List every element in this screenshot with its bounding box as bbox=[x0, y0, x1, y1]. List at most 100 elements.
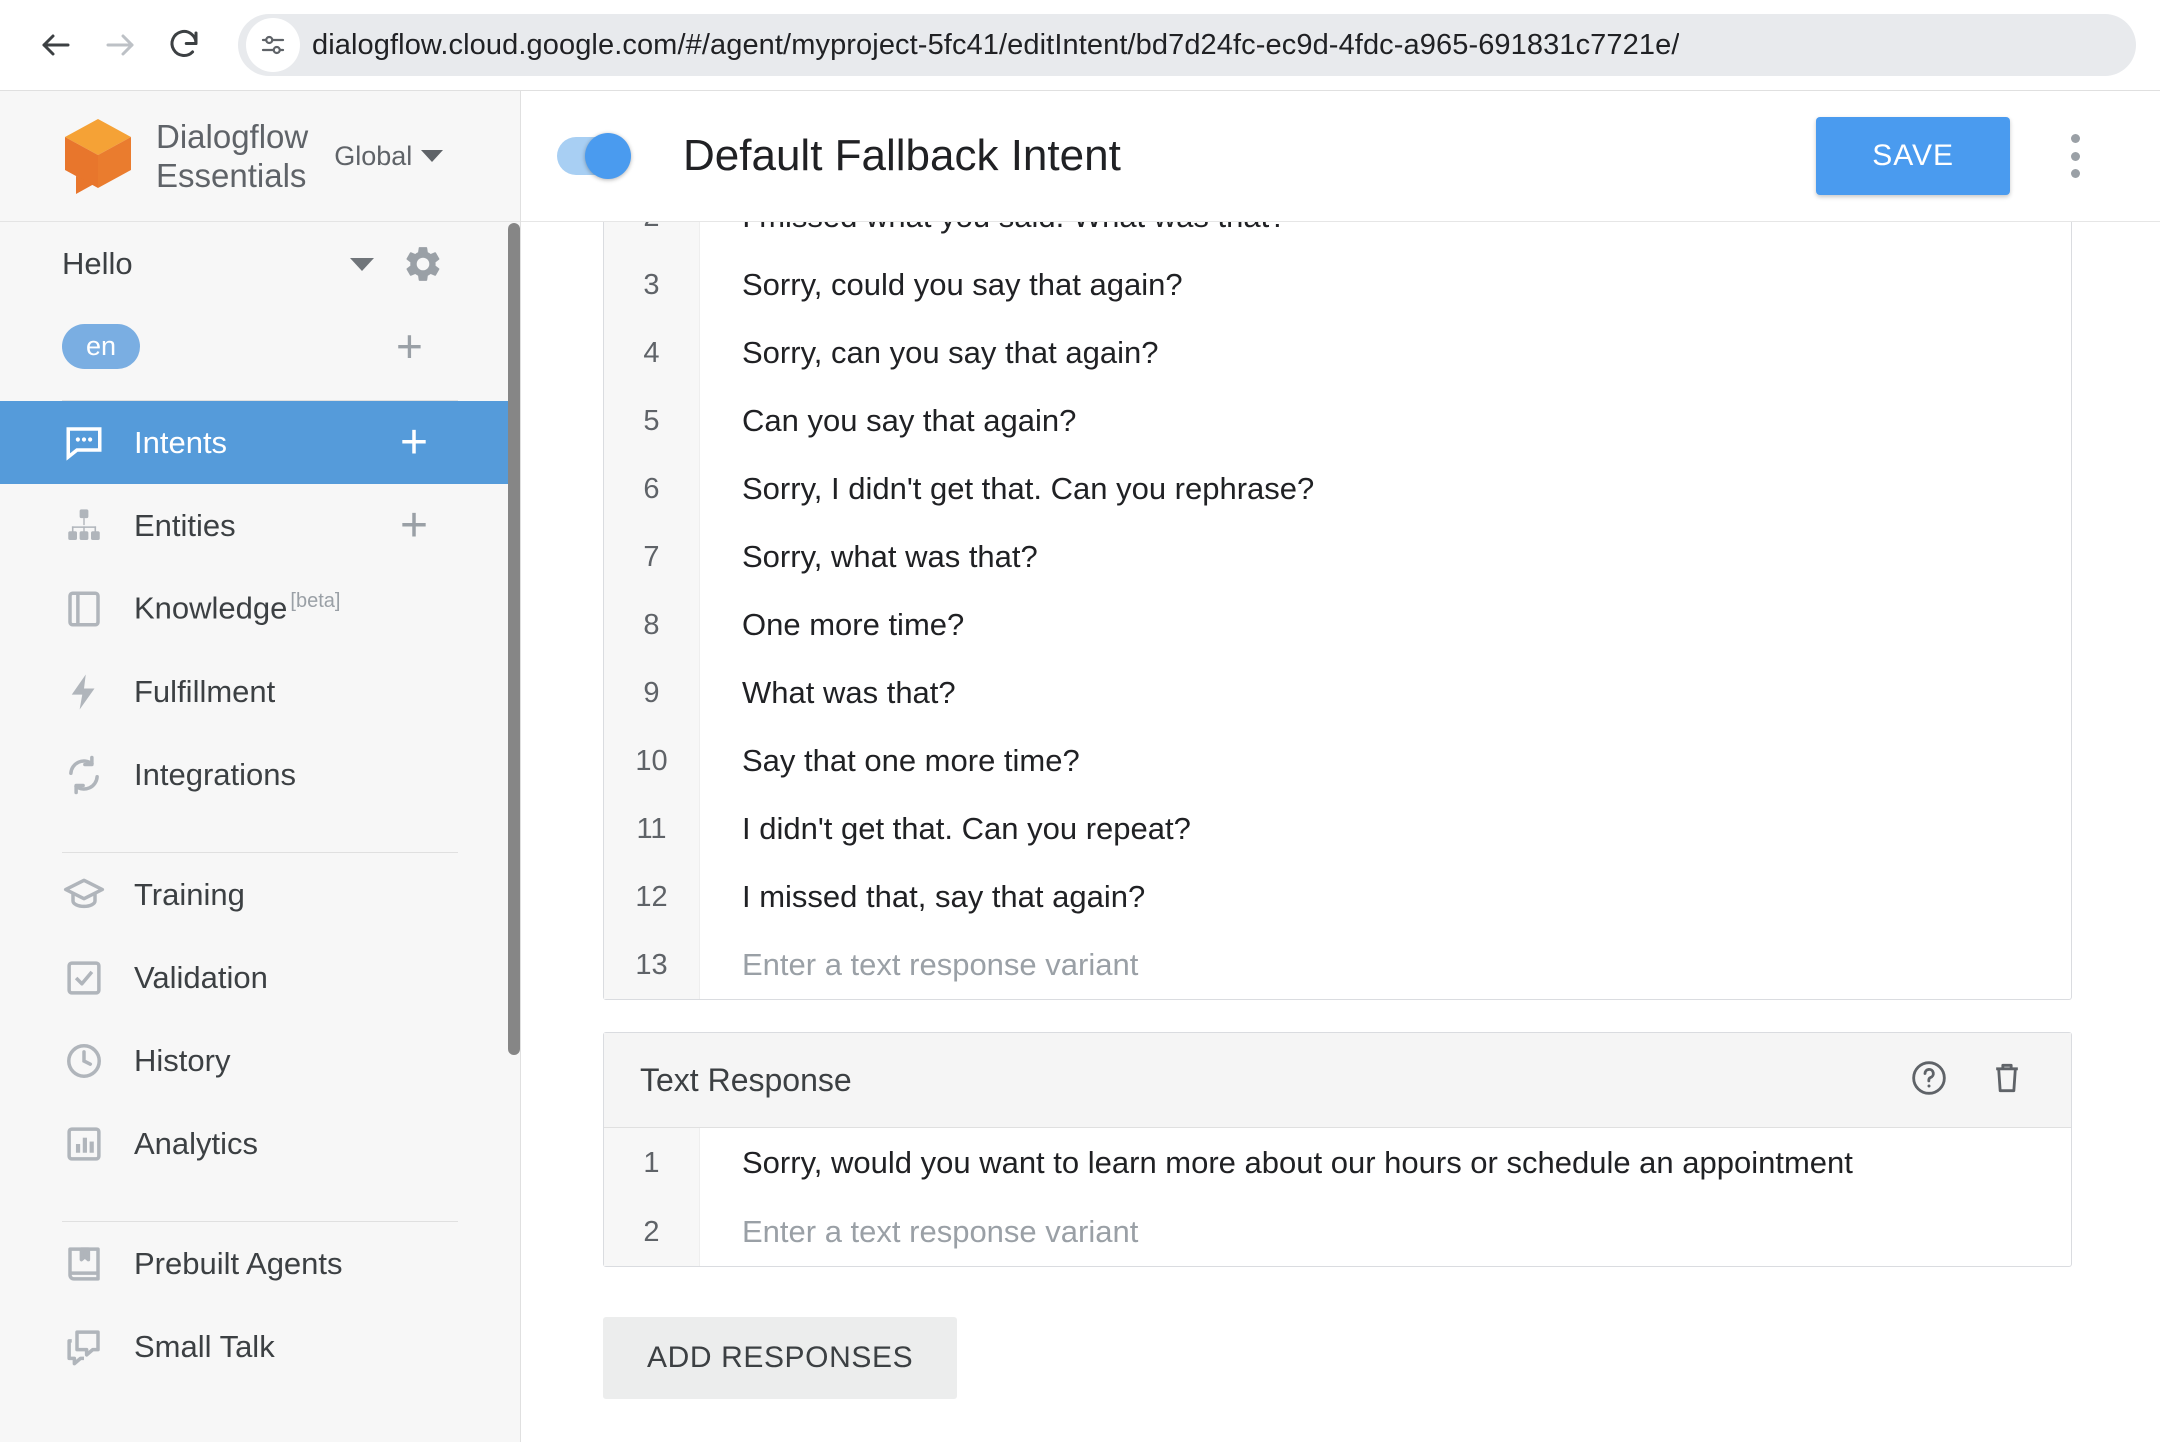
add-intent-button[interactable]: + bbox=[400, 418, 428, 467]
row-number: 2 bbox=[604, 1198, 700, 1266]
sidebar-item-label: Intents bbox=[134, 424, 228, 460]
response-variant-input[interactable]: One more time? bbox=[700, 591, 2071, 659]
browser-toolbar: dialogflow.cloud.google.com/#/agent/mypr… bbox=[0, 0, 2160, 90]
response-variant-input[interactable]: I didn't get that. Can you repeat? bbox=[700, 795, 2071, 863]
forward-button[interactable] bbox=[88, 13, 152, 77]
sidebar-item-intents[interactable]: Intents + bbox=[0, 401, 520, 484]
response-variant-input[interactable]: Sorry, I didn't get that. Can you rephra… bbox=[700, 455, 2071, 523]
sidebar-item-label: Entities bbox=[134, 507, 236, 543]
agent-settings-button[interactable] bbox=[398, 239, 448, 289]
sidebar-item-knowledge[interactable]: Knowledge [beta] bbox=[0, 567, 520, 650]
region-selector[interactable]: Global bbox=[334, 141, 444, 172]
intent-enabled-toggle[interactable] bbox=[557, 133, 631, 179]
add-entity-button[interactable]: + bbox=[400, 501, 428, 550]
response-variant-input[interactable]: I missed that, say that again? bbox=[700, 863, 2071, 931]
row-number: 10 bbox=[604, 727, 700, 795]
response-variant-input[interactable]: Sorry, would you want to learn more abou… bbox=[700, 1128, 2071, 1198]
response-variant-input[interactable]: Say that one more time? bbox=[700, 727, 2071, 795]
sidebar-item-label: Training bbox=[134, 876, 245, 912]
beta-badge: [beta] bbox=[290, 590, 341, 613]
sidebar-item-analytics[interactable]: Analytics bbox=[0, 1102, 520, 1185]
row-number: 7 bbox=[604, 523, 700, 591]
sidebar-item-fulfillment[interactable]: Fulfillment bbox=[0, 650, 520, 733]
forward-arrow-icon bbox=[106, 34, 134, 56]
brand-header: Dialogflow Essentials Global bbox=[0, 91, 520, 222]
response-row[interactable]: 3 Sorry, could you say that again? bbox=[604, 251, 2071, 319]
sidebar-item-validation[interactable]: Validation bbox=[0, 936, 520, 1019]
response-row[interactable]: 12 I missed that, say that again? bbox=[604, 863, 2071, 931]
fulfillment-icon bbox=[62, 670, 106, 714]
help-icon[interactable] bbox=[1909, 1058, 1949, 1103]
response-row[interactable]: 2 I missed what you said. What was that? bbox=[604, 222, 2071, 251]
response-variant-input[interactable]: Sorry, can you say that again? bbox=[700, 319, 2071, 387]
response-variant-input[interactable]: Sorry, could you say that again? bbox=[700, 251, 2071, 319]
card-title: Text Response bbox=[640, 1061, 852, 1098]
response-variant-input[interactable]: I missed what you said. What was that? bbox=[700, 222, 2071, 251]
delete-icon[interactable] bbox=[1987, 1058, 2027, 1103]
sidebar-item-training[interactable]: Training bbox=[0, 853, 520, 936]
add-language-button[interactable]: + bbox=[396, 323, 423, 369]
response-row[interactable]: 7 Sorry, what was that? bbox=[604, 523, 2071, 591]
response-row[interactable]: 4 Sorry, can you say that again? bbox=[604, 319, 2071, 387]
save-button[interactable]: SAVE bbox=[1816, 117, 2010, 195]
card-header-actions bbox=[1909, 1058, 2027, 1103]
address-bar[interactable]: dialogflow.cloud.google.com/#/agent/mypr… bbox=[238, 14, 2136, 76]
site-info-button[interactable] bbox=[246, 18, 300, 72]
response-row[interactable]: 13 Enter a text response variant bbox=[604, 931, 2071, 999]
response-row[interactable]: 1 Sorry, would you want to learn more ab… bbox=[604, 1128, 2071, 1198]
card-spacer bbox=[603, 1000, 2072, 1032]
response-variant-input[interactable]: Sorry, what was that? bbox=[700, 523, 2071, 591]
row-number: 4 bbox=[604, 319, 700, 387]
knowledge-text: Knowledge bbox=[134, 590, 288, 626]
language-row: en + bbox=[0, 306, 520, 386]
row-number: 8 bbox=[604, 591, 700, 659]
main-content: Default Fallback Intent SAVE 2 I missed … bbox=[521, 91, 2160, 1442]
intent-header: Default Fallback Intent SAVE bbox=[521, 91, 2160, 222]
response-row[interactable]: 8 One more time? bbox=[604, 591, 2071, 659]
entities-icon bbox=[62, 504, 106, 548]
sidebar-item-history[interactable]: History bbox=[0, 1019, 520, 1102]
more-options-button[interactable] bbox=[2050, 128, 2100, 184]
agent-selector[interactable]: Hello bbox=[0, 222, 520, 306]
add-responses-button[interactable]: ADD RESPONSES bbox=[603, 1317, 958, 1399]
response-row[interactable]: 10 Say that one more time? bbox=[604, 727, 2071, 795]
response-variant-input[interactable]: Enter a text response variant bbox=[700, 931, 2071, 999]
sidebar-item-prebuilt-agents[interactable]: Prebuilt Agents bbox=[0, 1222, 520, 1305]
knowledge-icon bbox=[62, 587, 106, 631]
sidebar-item-integrations[interactable]: Integrations bbox=[0, 733, 520, 816]
agent-name: Hello bbox=[62, 246, 133, 281]
validation-icon bbox=[62, 956, 106, 1000]
prebuilt-agents-icon bbox=[62, 1242, 106, 1286]
toggle-knob bbox=[585, 133, 631, 179]
sidebar-item-entities[interactable]: Entities + bbox=[0, 484, 520, 567]
response-row[interactable]: 2 Enter a text response variant bbox=[604, 1198, 2071, 1266]
reload-button[interactable] bbox=[152, 13, 216, 77]
brand-name: Dialogflow Essentials bbox=[156, 118, 309, 194]
header-actions: SAVE bbox=[1816, 117, 2100, 195]
response-variant-input[interactable]: Can you say that again? bbox=[700, 387, 2071, 455]
training-icon bbox=[62, 873, 106, 917]
chevron-down-icon[interactable] bbox=[350, 257, 374, 271]
row-number: 5 bbox=[604, 387, 700, 455]
response-row[interactable]: 9 What was that? bbox=[604, 659, 2071, 727]
row-number: 1 bbox=[604, 1128, 700, 1198]
response-row[interactable]: 5 Can you say that again? bbox=[604, 387, 2071, 455]
response-row[interactable]: 6 Sorry, I didn't get that. Can you reph… bbox=[604, 455, 2071, 523]
reload-icon bbox=[170, 30, 198, 57]
response-variant-input[interactable]: What was that? bbox=[700, 659, 2071, 727]
row-number: 3 bbox=[604, 251, 700, 319]
tune-icon bbox=[261, 35, 285, 55]
back-button[interactable] bbox=[24, 13, 88, 77]
page-title: Default Fallback Intent bbox=[683, 131, 1121, 180]
small-talk-icon bbox=[62, 1325, 106, 1369]
sidebar-item-label: Analytics bbox=[134, 1125, 259, 1161]
sidebar: Dialogflow Essentials Global Hello en + bbox=[0, 91, 521, 1442]
responses-scroll-area[interactable]: 2 I missed what you said. What was that?… bbox=[521, 222, 2160, 1442]
response-variant-input[interactable]: Enter a text response variant bbox=[700, 1198, 2071, 1266]
language-chip-en[interactable]: en bbox=[62, 323, 141, 369]
sidebar-scrollbar[interactable] bbox=[508, 223, 520, 1055]
sidebar-item-small-talk[interactable]: Small Talk bbox=[0, 1305, 520, 1388]
response-row[interactable]: 11 I didn't get that. Can you repeat? bbox=[604, 795, 2071, 863]
sidebar-item-label: History bbox=[134, 1042, 231, 1078]
